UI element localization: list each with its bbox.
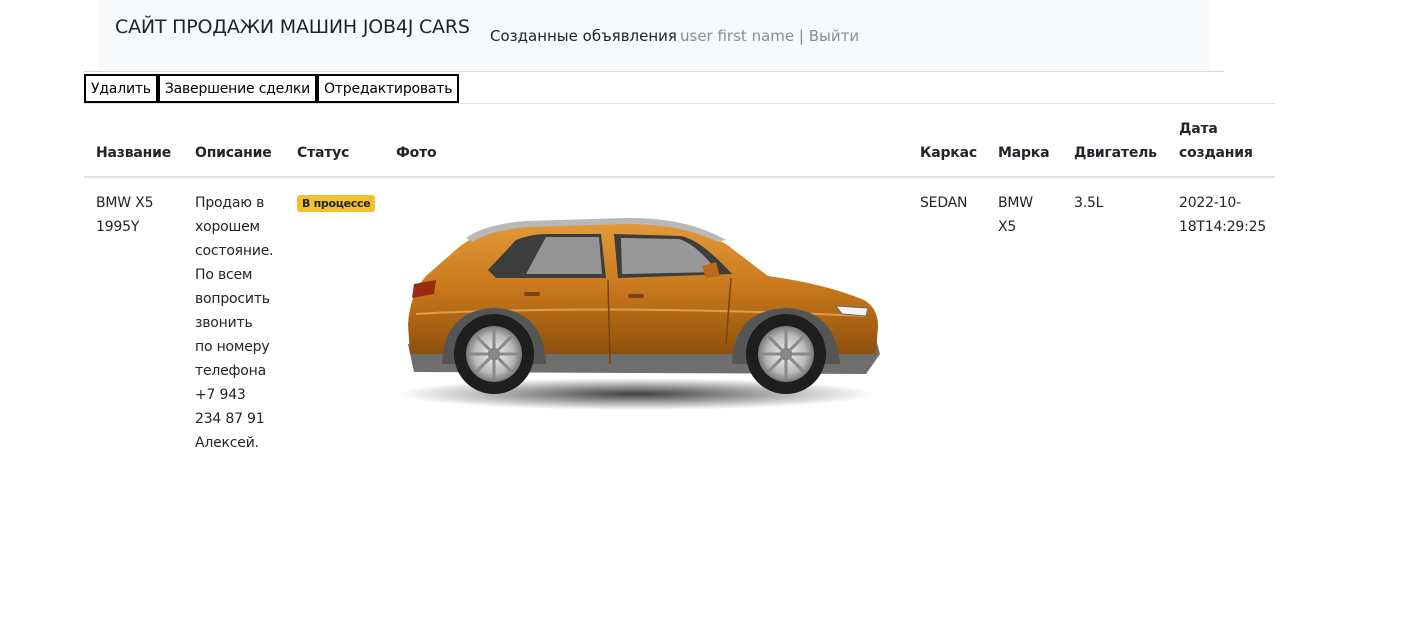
- delete-button[interactable]: Удалить: [84, 74, 158, 103]
- description-line: Алексей.: [195, 435, 259, 451]
- description-line: состояние.: [195, 243, 274, 259]
- header-engine: Двигатель: [1074, 145, 1157, 161]
- edit-button[interactable]: Отредактировать: [316, 74, 460, 103]
- action-bar: Удалить Завершение сделки Отредактироват…: [84, 74, 460, 103]
- header-created-line2: создания: [1179, 145, 1253, 161]
- car-photo: [398, 217, 880, 410]
- header-description: Описание: [195, 145, 272, 161]
- site-brand[interactable]: САЙТ ПРОДАЖИ МАШИН JOB4J CARS: [115, 16, 470, 38]
- nav-user-area: user first name | Выйти: [680, 27, 859, 45]
- cell-name-line2: 1995Y: [96, 219, 140, 235]
- nav-logout-link[interactable]: Выйти: [809, 27, 859, 45]
- header-body: Каркас: [920, 145, 977, 161]
- description-line: +7 943: [195, 387, 246, 403]
- cell-created-line2: 18T14:29:25: [1179, 219, 1267, 235]
- table-top-border: [84, 103, 1275, 104]
- header-created-line1: Дата: [1179, 121, 1218, 137]
- description-line: По всем: [195, 267, 253, 283]
- cell-body: SEDAN: [920, 195, 968, 211]
- header-status: Статус: [297, 145, 350, 161]
- navbar-divider: [84, 71, 1224, 72]
- header-name: Название: [96, 145, 171, 161]
- description-line: звонить: [195, 315, 253, 331]
- table-header-border: [84, 176, 1275, 178]
- cell-name-line1: BMW X5: [96, 195, 154, 211]
- cell-brand-line1: BMW: [998, 195, 1033, 211]
- cell-engine: 3.5L: [1074, 195, 1104, 211]
- description-line: телефона: [195, 363, 266, 379]
- navbar: САЙТ ПРОДАЖИ МАШИН JOB4J CARS Созданные …: [99, 0, 1209, 70]
- description-line: по номеру: [195, 339, 270, 355]
- cell-brand-line2: X5: [998, 219, 1017, 235]
- description-line: Продаю в: [195, 195, 265, 211]
- header-brand: Марка: [998, 145, 1050, 161]
- nav-created-ads-link[interactable]: Созданные объявления: [490, 27, 677, 45]
- nav-separator: |: [794, 27, 809, 45]
- status-badge: В процессе: [297, 195, 376, 212]
- description-line: хорошем: [195, 219, 260, 235]
- cell-created-line1: 2022-10-: [1179, 195, 1241, 211]
- description-line: вопросить: [195, 291, 270, 307]
- header-photo: Фото: [396, 145, 437, 161]
- description-line: 234 87 91: [195, 411, 265, 427]
- nav-user-name[interactable]: user first name: [680, 27, 794, 45]
- finish-deal-button[interactable]: Завершение сделки: [157, 74, 317, 103]
